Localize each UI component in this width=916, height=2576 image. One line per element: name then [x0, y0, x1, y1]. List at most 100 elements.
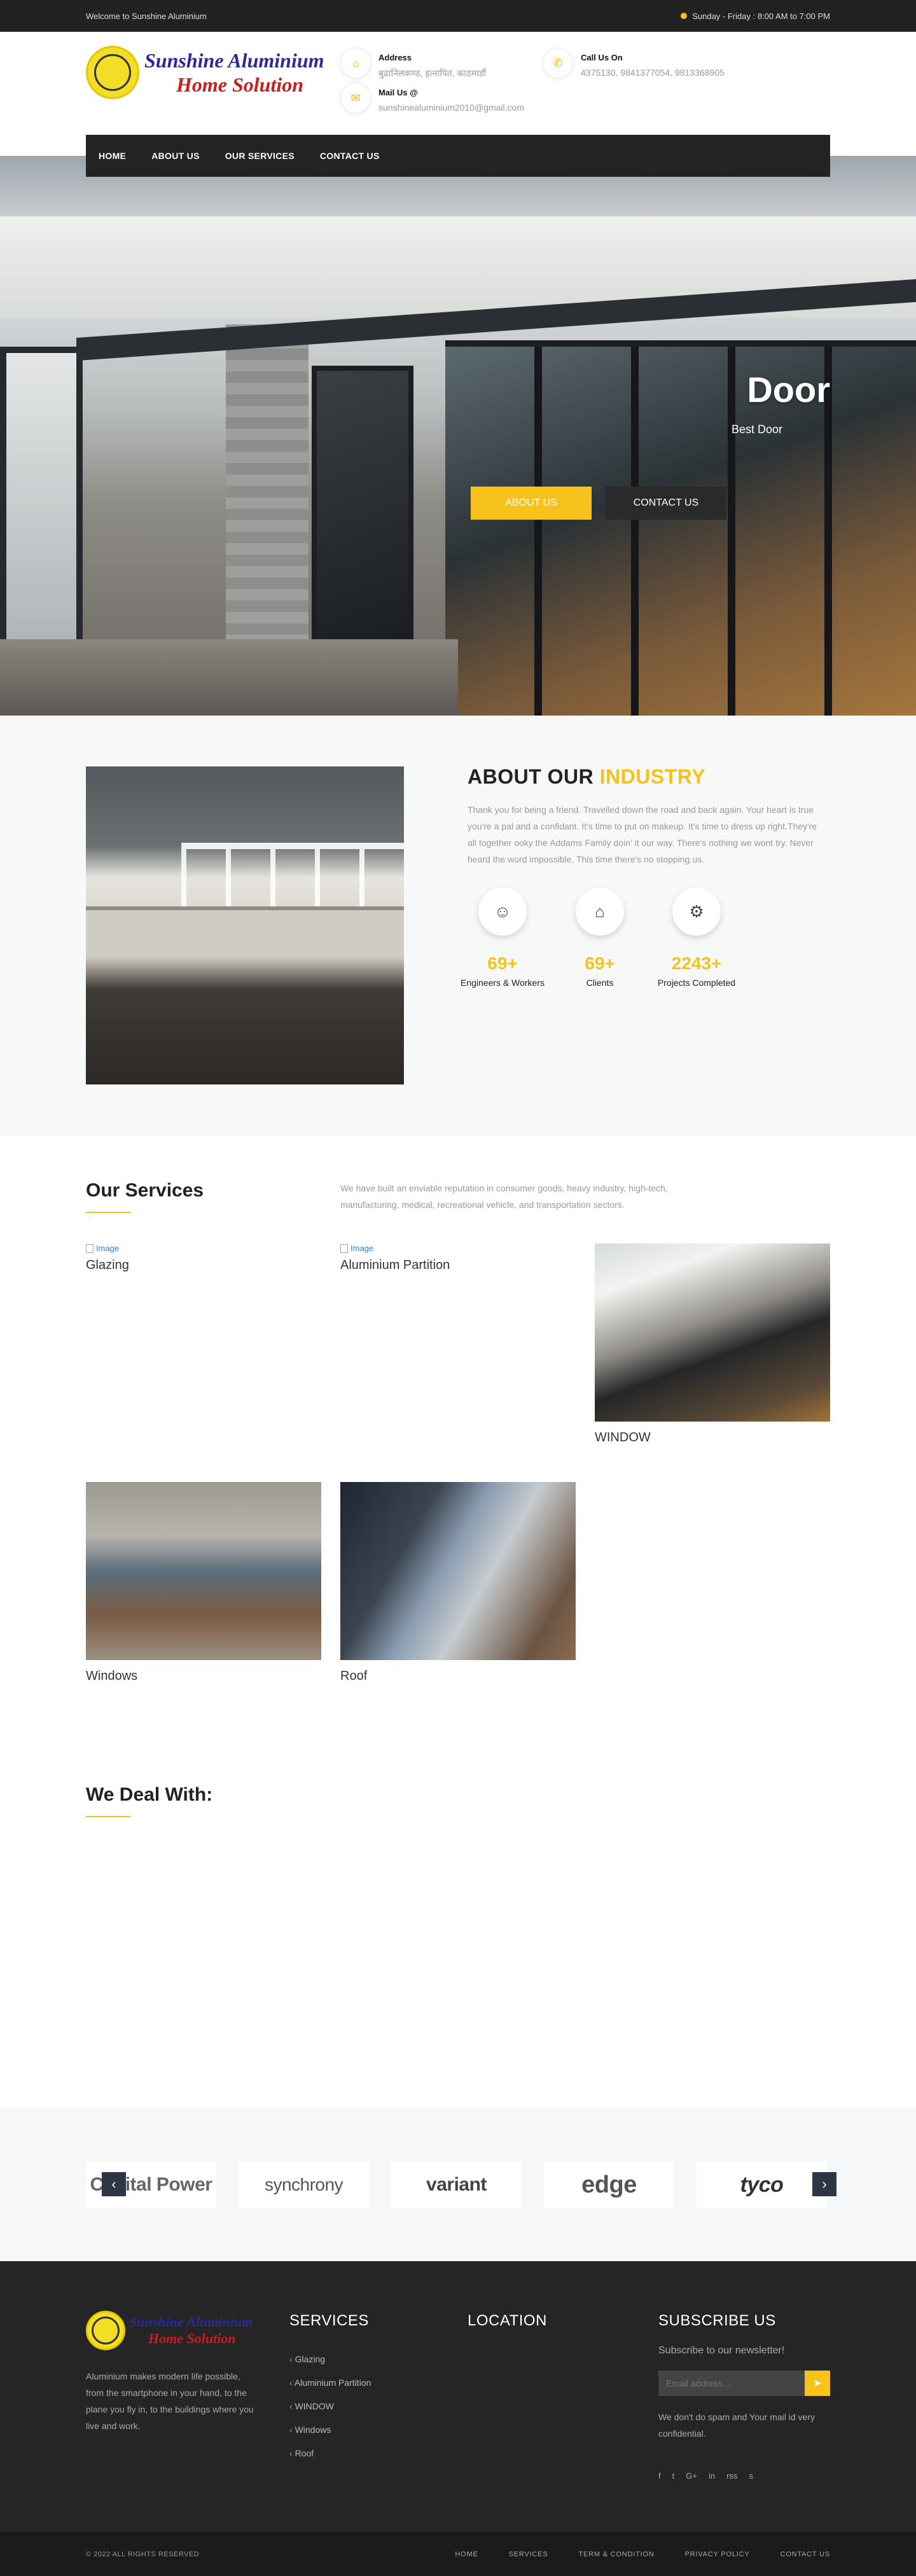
gear-icon: ⚙ [672, 887, 721, 936]
client-logo-synchrony[interactable]: synchrony [239, 2161, 369, 2208]
subscribe-send-button[interactable]: ➤ [805, 2371, 830, 2396]
facebook-icon[interactable]: f [658, 2471, 661, 2481]
social-links: f t G+ in rss s [658, 2471, 753, 2481]
google-plus-icon[interactable]: G+ [686, 2471, 697, 2481]
service-card-aluminium-partition[interactable]: Image Aluminium Partition [340, 1243, 576, 1273]
about-title: ABOUT OUR INDUSTRY [468, 765, 705, 789]
about-text: Thank you for being a friend. Travelled … [468, 805, 817, 864]
mail-value[interactable]: sunshinealuminium2010@gmail.com [378, 102, 524, 113]
nav-our-services[interactable]: OUR SERVICES [225, 151, 295, 161]
send-icon: ➤ [813, 2378, 822, 2389]
deal-title-underline [86, 1816, 130, 1817]
stat-label: Clients [586, 978, 614, 988]
skype-icon[interactable]: s [749, 2471, 753, 2481]
service-title[interactable]: Glazing [86, 1258, 321, 1273]
bottom-link-services[interactable]: SERVICES [509, 2551, 548, 2558]
site-logo[interactable]: Sunshine Aluminium Home Solution [86, 46, 324, 99]
broken-image-icon: Image [340, 1243, 576, 1253]
nav-home[interactable]: HOME [99, 151, 126, 161]
opening-hours: Sunday - Friday : 8:00 AM to 7:00 PM [681, 11, 830, 21]
logo-emblem-icon [86, 2311, 125, 2350]
hero-about-button[interactable]: ABOUT US [471, 487, 592, 520]
services-section: Our Services We have built an enviable r… [0, 1135, 916, 2109]
hours-text: Sunday - Friday : 8:00 AM to 7:00 PM [692, 11, 830, 21]
linkedin-icon[interactable]: in [709, 2471, 715, 2481]
service-image[interactable] [340, 1482, 576, 1660]
about-title-accent: INDUSTRY [599, 765, 706, 788]
service-card-windows[interactable]: Windows [86, 1482, 321, 1684]
footer-logo[interactable]: Sunshine Aluminium Home Solution [86, 2311, 253, 2350]
footer-service-link[interactable]: Aluminium Partition [289, 2378, 371, 2401]
hero-image-window [0, 347, 83, 677]
hero-image-glass-doors [445, 340, 916, 716]
footer-service-link[interactable]: Glazing [289, 2354, 371, 2378]
logo-text: Sunshine Aluminium Home Solution [144, 48, 324, 97]
factory-icon: ⌂ [576, 887, 624, 936]
envelope-icon: ✉ [340, 83, 371, 113]
client-logo-tyco[interactable]: tyco [697, 2161, 827, 2208]
hero-slider: Door Best Door ABOUT US CONTACT US [0, 156, 916, 716]
carousel-next-button[interactable]: › [812, 2172, 836, 2196]
main-nav: HOME ABOUT US OUR SERVICES CONTACT US [86, 135, 830, 177]
nav-contact-us[interactable]: CONTACT US [320, 151, 380, 161]
subscribe-text: Subscribe to our newsletter! [658, 2345, 785, 2356]
bottom-link-privacy[interactable]: PRIVACY POLICY [685, 2551, 750, 2558]
service-image[interactable] [86, 1482, 321, 1660]
carousel-prev-button[interactable]: ‹ [102, 2172, 126, 2196]
rss-icon[interactable]: rss [726, 2471, 737, 2481]
hero-title: Door [747, 370, 830, 410]
stat-engineers: ☺ 69+ Engineers & Workers [452, 887, 553, 988]
client-logo-variant[interactable]: variant [391, 2161, 522, 2208]
logo-line-1: Sunshine Aluminium [144, 48, 324, 72]
top-bar: Welcome to Sunshine Aluminium Sunday - F… [0, 0, 916, 32]
stat-projects: ⚙ 2243+ Projects Completed [646, 887, 747, 988]
logo-emblem-icon [86, 46, 139, 99]
services-title: Our Services [86, 1180, 204, 1201]
service-card-roof[interactable]: Roof [340, 1482, 576, 1684]
about-image [86, 766, 404, 1084]
footer-service-link[interactable]: WINDOW [289, 2401, 371, 2425]
address-value: बुढानिलकण्ठ, इत्नापित, काठमाडौं [378, 68, 487, 78]
bottom-link-home[interactable]: HOME [455, 2551, 478, 2558]
footer-subscribe-title: SUBSCRIBE US [658, 2312, 776, 2329]
address-label: Address [378, 53, 412, 62]
hero-contact-button[interactable]: CONTACT US [606, 487, 726, 520]
client-logo-edge[interactable]: edge [544, 2161, 674, 2208]
footer-about-text: Aluminium makes modern life possible, fr… [86, 2371, 254, 2431]
footer-services-list: Glazing Aluminium Partition WINDOW Windo… [289, 2354, 371, 2472]
logo-line-2: Home Solution [176, 73, 304, 96]
service-title[interactable]: Aluminium Partition [340, 1258, 576, 1273]
service-card-glazing[interactable]: Image Glazing [86, 1243, 321, 1273]
broken-image-icon: Image [86, 1243, 321, 1253]
twitter-icon[interactable]: t [672, 2471, 675, 2481]
stat-value: 69+ [487, 953, 518, 973]
call-block: ✆ Call Us On 4375130, 9841377054, 981336… [543, 48, 725, 78]
mail-block: ✉ Mail Us @ sunshinealuminium2010@gmail.… [340, 83, 524, 113]
email-input[interactable] [658, 2371, 805, 2396]
service-title[interactable]: WINDOW [595, 1430, 830, 1445]
services-title-underline [86, 1212, 130, 1213]
services-intro: We have built an enviable reputation in … [340, 1183, 668, 1210]
footer-service-link[interactable]: Roof [289, 2448, 371, 2472]
subscribe-note: We don't do spam and Your mail id very c… [658, 2412, 815, 2439]
copyright-text: © 2022 ALL RIGHTS RESERVED [86, 2551, 200, 2558]
service-title[interactable]: Roof [340, 1669, 576, 1684]
bottom-links: HOME SERVICES TERM & CONDITION PRIVACY P… [455, 2551, 830, 2558]
service-card-window[interactable]: WINDOW [595, 1243, 830, 1445]
stat-label: Engineers & Workers [460, 978, 545, 988]
bottom-link-contact[interactable]: CONTACT US [781, 2551, 831, 2558]
footer-location-title: LOCATION [468, 2312, 547, 2329]
nav-about-us[interactable]: ABOUT US [151, 151, 200, 161]
footer-service-link[interactable]: Windows [289, 2425, 371, 2448]
bottom-link-terms[interactable]: TERM & CONDITION [578, 2551, 654, 2558]
footer-logo-line-2: Home Solution [148, 2330, 236, 2346]
stat-value: 2243+ [671, 953, 722, 973]
call-value[interactable]: 4375130, 9841377054, 9813368905 [581, 67, 725, 78]
stat-value: 69+ [585, 953, 615, 973]
service-title[interactable]: Windows [86, 1669, 321, 1684]
deal-title: We Deal With: [86, 1784, 213, 1805]
footer-logo-line-1: Sunshine Aluminium [129, 2313, 253, 2330]
hero-image-floor [0, 639, 458, 716]
service-image[interactable] [595, 1243, 830, 1422]
stat-clients: ⌂ 69+ Clients [549, 887, 651, 988]
